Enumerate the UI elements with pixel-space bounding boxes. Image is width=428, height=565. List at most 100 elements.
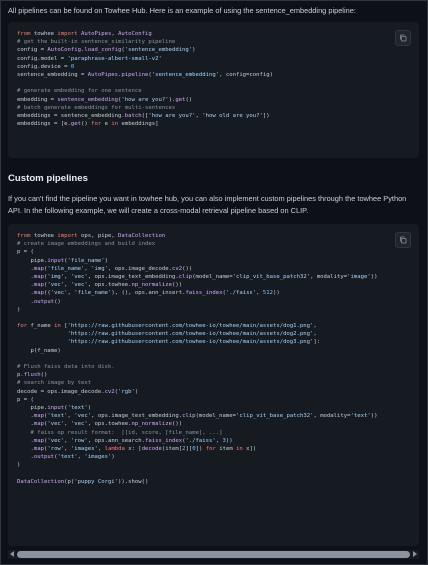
code-token: ()) <box>182 265 193 272</box>
code-token: 'file_name' <box>74 290 112 297</box>
code-token: (model_name= <box>192 273 233 280</box>
code-line: .map('vec', 'vec', ops.towhee.np_normali… <box>17 420 397 428</box>
code-token: , <box>313 323 317 330</box>
code-token: ) <box>192 47 196 54</box>
code-token: . <box>17 445 34 452</box>
code-line: config.model = 'paraphrase-albert-small-… <box>17 55 397 63</box>
code-token: , config=config) <box>219 71 273 78</box>
code-token: ]: <box>313 339 321 346</box>
code-token: np_normalize <box>131 282 172 289</box>
code-token: clip <box>178 273 193 280</box>
code-token: 'img' <box>47 273 65 280</box>
copy-icon <box>400 34 407 42</box>
code-token: (p( <box>64 478 75 485</box>
code-token: , modality= <box>310 273 348 280</box>
code-token: 'vec' <box>70 273 88 280</box>
code-token: faiss_index <box>185 290 223 297</box>
code-token: for <box>17 323 31 330</box>
code-token: , <box>256 290 263 297</box>
code-token: embeddings = sentence_embedding. <box>17 112 125 119</box>
code-line: sentence_embedding = AutoPipes.pipeline(… <box>17 71 397 79</box>
code-token: ()) <box>171 421 183 428</box>
code-line: decode = ops.image_decode.cv2('rgb') <box>17 388 397 396</box>
code-token: map <box>33 265 44 272</box>
code-token: towhee <box>33 233 58 239</box>
code-line: # Flush faiss data into disk. <box>17 363 397 371</box>
code-token: './faiss' <box>225 290 257 297</box>
code-token: for <box>91 121 105 128</box>
code-token: )).show() <box>118 478 149 485</box>
code-token: , modality= <box>313 413 351 420</box>
section-paragraph: If you can't find the pipeline you want … <box>8 194 407 215</box>
scroll-right-arrow-icon[interactable] <box>413 551 417 557</box>
code-token: embeddings = [e. <box>17 121 71 128</box>
code-token: )) <box>370 273 378 280</box>
code-line: .output('text', 'images') <box>17 453 397 461</box>
code-token: decode <box>141 445 162 452</box>
copy-button[interactable] <box>395 232 411 248</box>
code-token: . <box>17 454 34 461</box>
code-token: . <box>17 265 34 272</box>
code-block-custom-pipeline: from towhee import ops, pipe, DataCollec… <box>8 224 419 546</box>
code-line: from towhee import AutoPipes, AutoConfig <box>17 30 397 38</box>
code-token: . <box>17 437 34 444</box>
code-token: 'sentence_embedding' <box>124 47 193 54</box>
code-token: towhee <box>33 31 58 37</box>
code-token: p = ( <box>17 396 34 403</box>
code-token: in <box>236 445 247 452</box>
horizontal-scrollbar[interactable] <box>8 550 419 559</box>
code-token: ) <box>134 388 139 395</box>
code-lines: from towhee import ops, pipe, DataCollec… <box>17 232 397 486</box>
code-token: 'vec' <box>70 421 88 428</box>
code-token: )) <box>225 437 233 444</box>
code-token: # generate embedding for one sentence <box>17 88 142 95</box>
scroll-left-arrow-icon[interactable] <box>10 551 14 557</box>
code-token: flush <box>23 372 41 379</box>
code-token: map <box>33 273 44 280</box>
code-token: , <box>64 437 71 444</box>
code-token: 'vec' <box>47 282 65 289</box>
code-token: cv2 <box>104 388 115 395</box>
code-token: p. <box>17 372 24 379</box>
copy-button[interactable] <box>395 30 411 46</box>
code-token: input <box>47 404 65 411</box>
code-token: map <box>33 282 44 289</box>
code-token: 'vec' <box>47 421 65 428</box>
code-token: . <box>17 421 34 428</box>
code-token: . <box>17 413 34 420</box>
code-token: decode = ops.image_decode. <box>17 388 105 395</box>
code-lines: from towhee import AutoPipes, AutoConfig… <box>17 30 397 128</box>
code-token: ) <box>104 257 108 264</box>
code-token: p(f_name) <box>17 347 61 354</box>
code-token: 'puppy Corgi' <box>74 478 119 485</box>
code-token: 'clip_vit_base_patch32' <box>232 273 311 280</box>
code-token: 'row' <box>70 437 88 444</box>
code-token: output <box>33 454 55 461</box>
code-token: pipe. <box>17 257 48 264</box>
code-token: map <box>33 421 44 428</box>
code-token: import <box>57 233 81 239</box>
code-token: # get the built-in sentence_similarity p… <box>17 39 176 46</box>
code-line: embedding = sentence_embedding('how are … <box>17 96 397 104</box>
code-token: , ops.image_text_embedding. <box>87 273 179 280</box>
code-token: , <box>313 331 317 338</box>
code-line: # get the built-in sentence_similarity p… <box>17 38 397 46</box>
code-line: p = ( <box>17 396 397 404</box>
code-token: AutoPipes <box>81 31 112 37</box>
code-token: ) <box>17 306 21 313</box>
scrollbar-thumb[interactable] <box>17 551 410 558</box>
code-line: 'https://raw.githubusercontent.com/towhe… <box>17 330 397 338</box>
code-token: , <box>64 282 71 289</box>
code-token: x: [ <box>128 445 142 452</box>
code-token: load_config <box>84 47 122 54</box>
code-token: 'how are you?' <box>121 96 169 103</box>
code-token: 'row' <box>47 445 65 452</box>
code-token: ), (), ops.ann_insert. <box>111 290 186 297</box>
code-line: pipe.input('text') <box>17 404 397 412</box>
code-token: 512 <box>262 290 274 297</box>
code-line: p.flush() <box>17 371 397 379</box>
